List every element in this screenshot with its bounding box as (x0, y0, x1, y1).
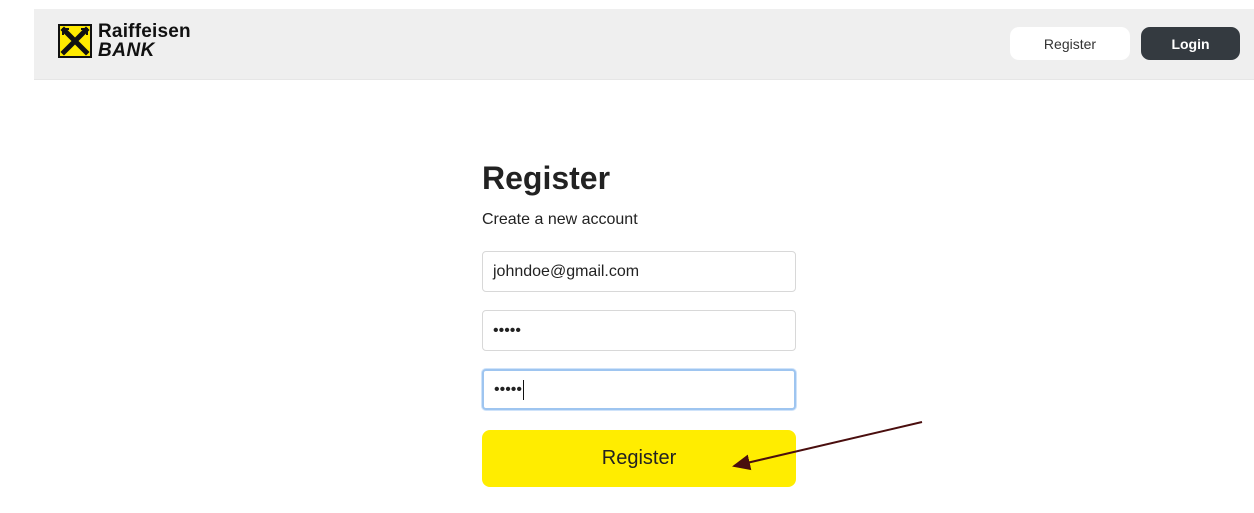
crossed-horses-icon (58, 24, 92, 58)
logo-wordmark: Raiffeisen BANK (98, 22, 191, 60)
nav-login-button[interactable]: Login (1141, 27, 1240, 60)
email-value: johndoe@gmail.com (493, 262, 640, 280)
register-form: Register Create a new account johndoe@gm… (482, 160, 798, 487)
password-value: ••••• (493, 321, 522, 339)
text-caret (523, 379, 525, 400)
top-navbar: Raiffeisen BANK Register Login (34, 9, 1254, 80)
nav-register-button[interactable]: Register (1010, 27, 1130, 60)
raiffeisen-logo[interactable]: Raiffeisen BANK (58, 22, 191, 60)
page-subtitle: Create a new account (482, 211, 638, 228)
logo-line1: Raiffeisen (98, 21, 191, 42)
email-input[interactable]: johndoe@gmail.com (482, 251, 796, 292)
logo-line2: BANK (98, 40, 155, 61)
confirm-password-input[interactable]: ••••• (482, 369, 796, 410)
confirm-password-value: ••••• (494, 380, 523, 398)
page-title: Register (482, 160, 611, 196)
password-input[interactable]: ••••• (482, 310, 796, 351)
submit-button[interactable]: Register (482, 430, 796, 487)
